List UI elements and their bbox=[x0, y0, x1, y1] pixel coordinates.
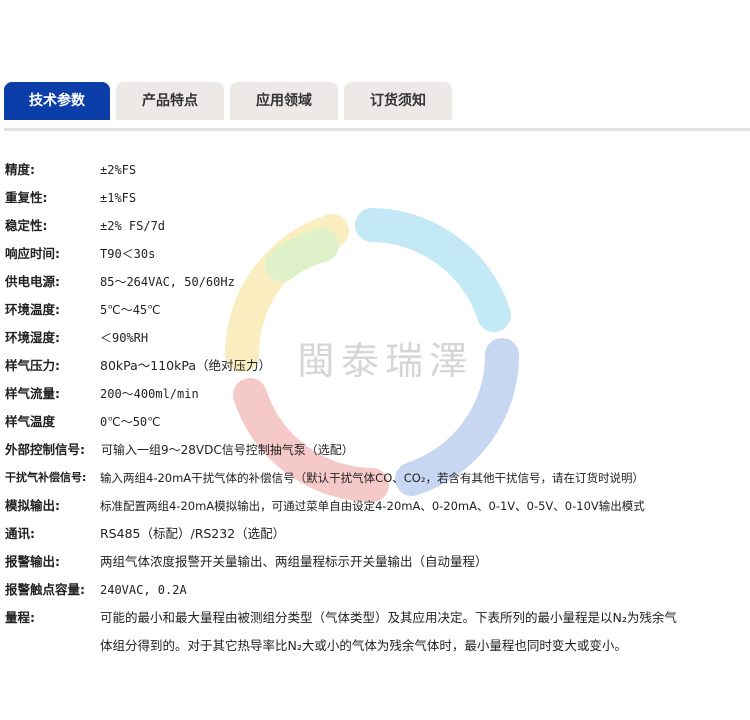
spec-label: 量程: bbox=[5, 610, 35, 625]
tab-divider bbox=[4, 128, 750, 131]
spec-value: 80kPa～110kPa（绝对压力） bbox=[100, 358, 272, 373]
spec-value: 5℃～45℃ bbox=[100, 303, 161, 317]
spec-row-analog-output: 模拟输出: 标准配置两组4-20mA模拟输出，可通过菜单自由设定4-20mA、0-… bbox=[5, 492, 745, 520]
spec-value: 标准配置两组4-20mA模拟输出，可通过菜单自由设定4-20mA、0-20mA、… bbox=[100, 499, 645, 513]
tab-ordering-info[interactable]: 订货须知 bbox=[344, 82, 452, 120]
spec-value: RS485（标配）/RS232（选配） bbox=[100, 526, 286, 541]
tab-technical-params[interactable]: 技术参数 bbox=[4, 82, 110, 120]
spec-list: 精度: ±2%FS 重复性: ±1%FS 稳定性: ±2% FS/7d 响应时间: T9… bbox=[5, 156, 745, 604]
spec-value: 240VAC, 0.2A bbox=[100, 583, 187, 597]
spec-label: 报警输出: bbox=[5, 554, 60, 569]
spec-value: 输入两组4-20mA干扰气体的补偿信号（默认干扰气体CO、CO₂，若含有其他干扰… bbox=[100, 471, 644, 485]
spec-row-interference-compensation: 干扰气补偿信号: 输入两组4-20mA干扰气体的补偿信号（默认干扰气体CO、CO₂… bbox=[5, 464, 745, 492]
spec-label: 外部控制信号: bbox=[5, 442, 85, 457]
spec-row-ambient-temp: 环境温度: 5℃～45℃ bbox=[5, 296, 745, 324]
spec-label: 通讯: bbox=[5, 526, 35, 541]
spec-row-sample-pressure: 样气压力: 80kPa～110kPa（绝对压力） bbox=[5, 352, 745, 380]
spec-label: 重复性: bbox=[5, 190, 48, 205]
spec-value: T90＜30s bbox=[100, 247, 156, 261]
spec-label: 环境湿度: bbox=[5, 330, 60, 345]
range-description-line1: 可能的最小和最大量程由被测组分类型（气体类型）及其应用决定。下表所列的最小量程是… bbox=[100, 610, 677, 625]
spec-value: ±1%FS bbox=[100, 191, 137, 205]
spec-row-ambient-humidity: 环境湿度: ＜90%RH bbox=[5, 324, 745, 352]
spec-row-alarm-contact: 报警触点容量: 240VAC, 0.2A bbox=[5, 576, 745, 604]
spec-value: ＜90%RH bbox=[100, 331, 149, 345]
spec-row-sample-temp: 样气温度 0℃～50℃ bbox=[5, 408, 745, 436]
spec-value: ±2%FS bbox=[100, 163, 137, 177]
spec-value: 可输入一组9～28VDC信号控制抽气泵（选配） bbox=[101, 443, 354, 457]
spec-row-accuracy: 精度: ±2%FS bbox=[5, 156, 745, 184]
range-description-line2: 体组分得到的。对于其它热导率比N₂大或小的气体为残余气体时，最小量程也同时变大或… bbox=[100, 638, 627, 653]
spec-row-repeatability: 重复性: ±1%FS bbox=[5, 184, 745, 212]
spec-value: ±2% FS/7d bbox=[100, 219, 166, 233]
spec-value: 两组气体浓度报警开关量输出、两组量程标示开关量输出（自动量程） bbox=[100, 554, 488, 569]
spec-row-alarm-output: 报警输出: 两组气体浓度报警开关量输出、两组量程标示开关量输出（自动量程） bbox=[5, 548, 745, 576]
active-tab-accent bbox=[4, 117, 110, 120]
spec-value: 200～400ml/min bbox=[100, 387, 199, 401]
spec-label: 样气温度 bbox=[5, 414, 56, 429]
spec-label: 样气压力: bbox=[5, 358, 60, 373]
spec-row-communication: 通讯: RS485（标配）/RS232（选配） bbox=[5, 520, 745, 548]
spec-label: 供电电源: bbox=[5, 274, 60, 289]
spec-row-sample-flow: 样气流量: 200～400ml/min bbox=[5, 380, 745, 408]
spec-label: 模拟输出: bbox=[5, 498, 60, 513]
tab-applications[interactable]: 应用领域 bbox=[230, 82, 338, 120]
spec-label: 稳定性: bbox=[5, 218, 48, 233]
spec-value: 85～264VAC, 50/60Hz bbox=[100, 275, 235, 289]
spec-row-response-time: 响应时间: T90＜30s bbox=[5, 240, 745, 268]
spec-row-external-control: 外部控制信号: 可输入一组9～28VDC信号控制抽气泵（选配） bbox=[5, 436, 745, 464]
spec-label: 环境温度: bbox=[5, 302, 60, 317]
spec-label: 干扰气补偿信号: bbox=[5, 471, 87, 484]
spec-row-stability: 稳定性: ±2% FS/7d bbox=[5, 212, 745, 240]
spec-label: 响应时间: bbox=[5, 246, 60, 261]
spec-value: 0℃～50℃ bbox=[100, 415, 161, 429]
tab-bar: 技术参数 产品特点 应用领域 订货须知 bbox=[4, 82, 746, 120]
tab-product-features[interactable]: 产品特点 bbox=[116, 82, 224, 120]
spec-row-power-supply: 供电电源: 85～264VAC, 50/60Hz bbox=[5, 268, 745, 296]
spec-label: 精度: bbox=[5, 162, 35, 177]
spec-label: 样气流量: bbox=[5, 386, 60, 401]
spec-label: 报警触点容量: bbox=[5, 582, 85, 597]
